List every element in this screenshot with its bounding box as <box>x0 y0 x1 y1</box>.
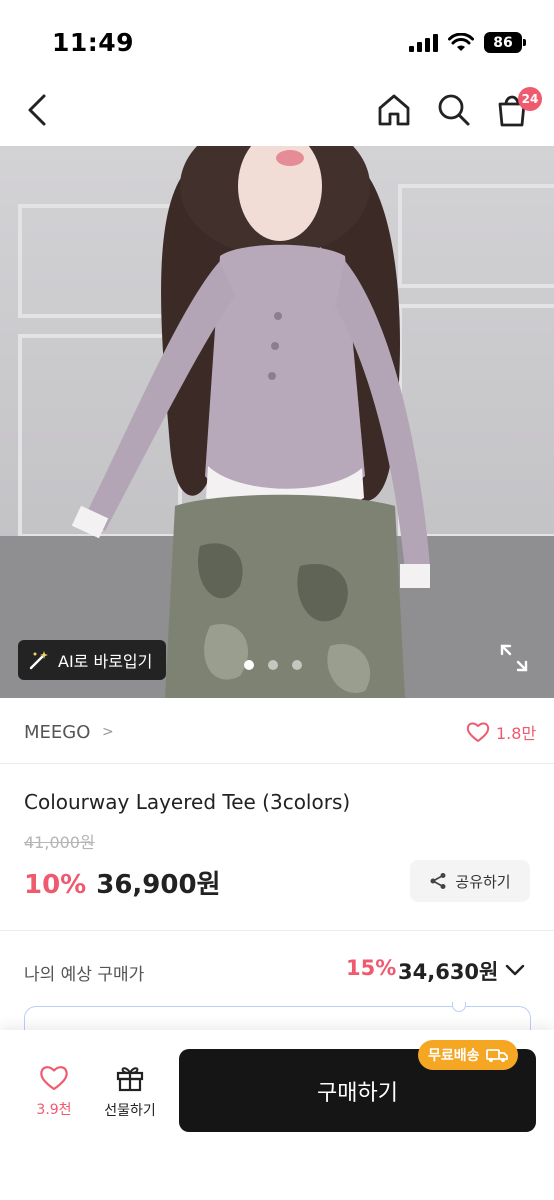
carousel-dot-active[interactable] <box>244 660 254 670</box>
chevron-down-icon[interactable] <box>504 960 526 980</box>
free-shipping-label: 무료배송 <box>428 1048 480 1064</box>
cart-count-badge: 24 <box>518 87 542 111</box>
top-nav-bar <box>0 80 554 144</box>
discount-rate: 10% <box>24 870 87 900</box>
sale-price: 36,900원 <box>96 870 221 900</box>
expected-price-row[interactable]: 나의 예상 구매가 15% 34,630원 <box>0 944 554 996</box>
heart-icon <box>466 722 490 742</box>
brand-like-button[interactable]: 1.8만 <box>466 720 536 744</box>
share-label: 공유하기 <box>455 872 511 891</box>
signal-icon <box>409 33 438 52</box>
battery-icon: 86 <box>484 32 526 53</box>
brand-row[interactable]: MEEGO > 1.8만 <box>0 700 554 764</box>
like-button[interactable]: 3.9천 <box>26 1064 82 1119</box>
product-photo <box>0 146 554 698</box>
home-icon[interactable] <box>374 90 414 130</box>
share-icon <box>430 873 446 889</box>
gift-icon <box>116 1067 144 1092</box>
wifi-icon <box>448 32 474 51</box>
share-button[interactable]: 공유하기 <box>410 860 530 902</box>
carousel-dot[interactable] <box>292 660 302 670</box>
heart-icon <box>40 1066 68 1091</box>
carousel-indicator <box>244 660 302 670</box>
ai-try-on-button[interactable]: AI로 바로입기 <box>18 640 167 680</box>
section-divider <box>0 930 554 931</box>
status-bar: 11:49 86 <box>0 0 554 80</box>
price-row: 10% 36,900원 <box>24 864 221 901</box>
carousel-dot[interactable] <box>268 660 278 670</box>
expected-price-label: 나의 예상 구매가 <box>24 965 145 985</box>
product-image[interactable] <box>0 146 554 698</box>
magic-wand-icon <box>29 651 48 670</box>
expected-discount-rate: 15% <box>346 956 397 980</box>
gift-button[interactable]: 선물하기 <box>96 1064 164 1120</box>
chevron-right-icon: > <box>102 724 114 740</box>
brand-name[interactable]: MEEGO <box>24 722 90 743</box>
like-count: 3.9천 <box>36 1102 72 1118</box>
truck-icon <box>485 1049 508 1062</box>
search-icon[interactable] <box>434 90 474 130</box>
original-price: 41,000원 <box>24 833 95 852</box>
gift-label: 선물하기 <box>104 1103 156 1119</box>
status-time: 11:49 <box>52 28 135 57</box>
battery-level: 86 <box>493 34 513 51</box>
expected-price: 34,630원 <box>398 960 499 984</box>
back-arrow-icon[interactable] <box>20 90 56 130</box>
brand-like-count: 1.8만 <box>496 724 537 743</box>
ai-try-on-label: AI로 바로입기 <box>58 652 153 671</box>
status-icons: 86 <box>409 32 526 53</box>
product-title: Colourway Layered Tee (3colors) <box>24 790 351 814</box>
expand-icon[interactable] <box>498 642 530 674</box>
free-shipping-badge: 무료배송 <box>418 1040 518 1070</box>
